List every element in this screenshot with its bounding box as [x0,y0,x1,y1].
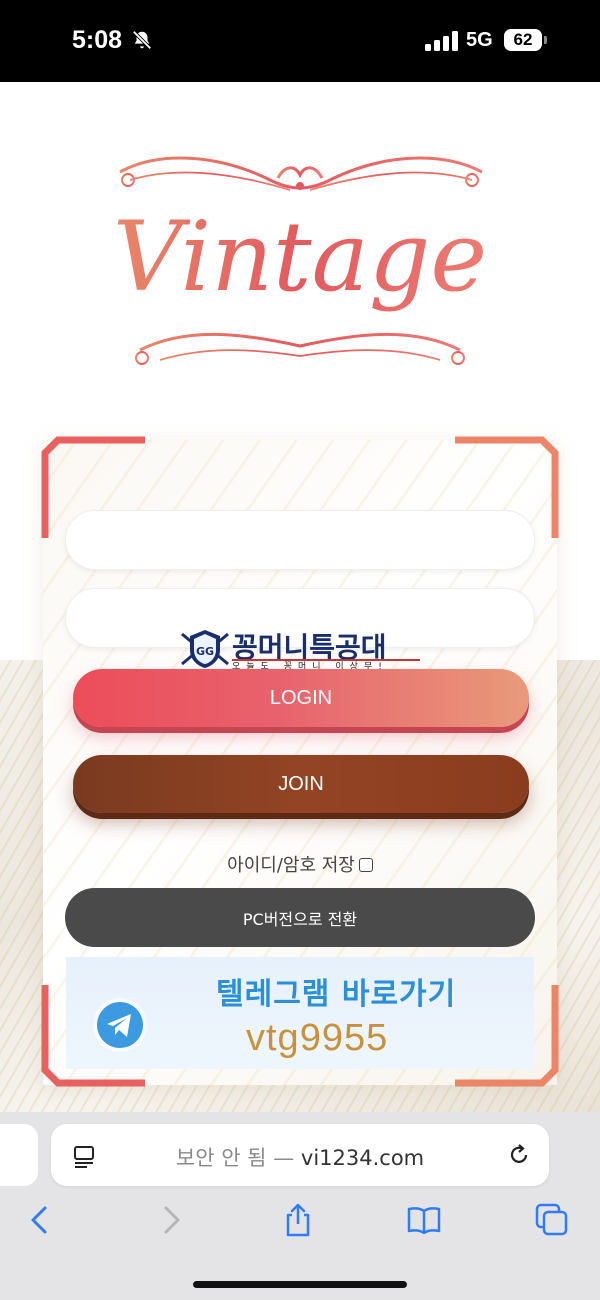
home-indicator[interactable] [193,1281,407,1288]
status-bar: 5:08 5G 62 [0,0,600,82]
remember-label: 아이디/암호 저장 [227,855,355,876]
signal-icon [425,31,458,51]
telegram-banner[interactable]: 텔레그램 바로가기 vtg9955 [66,957,534,1069]
telegram-id: vtg9955 [246,1017,389,1059]
login-button[interactable]: LOGIN [73,669,529,727]
share-icon[interactable] [280,1202,316,1238]
vintage-logo: Vintage [113,156,487,365]
status-time: 5:08 [72,26,123,54]
previous-tab[interactable] [0,1124,38,1186]
battery-tip [544,36,547,44]
remember-credentials[interactable]: 아이디/암호 저장 [0,851,600,877]
brand-badge: GG 꽁머니특공대 오늘도 꽁머니 이상무! [180,626,425,672]
back-icon[interactable] [22,1202,58,1238]
svg-text:GG: GG [196,645,214,658]
logo-text: Vintage [113,201,487,313]
battery-icon: 62 [504,29,542,51]
url-display[interactable]: 보안 안 됨 — vi1234.com [110,1142,490,1172]
reload-icon[interactable] [506,1142,532,1168]
telegram-icon [93,998,147,1052]
tabs-icon[interactable] [534,1202,570,1238]
url-domain: vi1234.com [300,1146,425,1170]
user-id-input[interactable] [65,510,535,570]
network-label: 5G [466,29,493,51]
security-warning: 보안 안 됨 [175,1146,267,1170]
bell-muted-icon [132,30,152,50]
url-separator: — [273,1146,295,1170]
telegram-title: 텔레그램 바로가기 [216,977,457,1012]
page-menu-icon[interactable] [72,1144,98,1170]
shield-emblem-icon: GG [181,630,229,668]
join-button[interactable]: JOIN [73,755,529,813]
remember-checkbox[interactable] [358,858,373,872]
battery-level: 62 [513,30,533,49]
pc-version-button[interactable]: PC버전으로 전환 [65,888,535,947]
forward-icon[interactable] [153,1202,189,1238]
bookmarks-icon[interactable] [406,1202,442,1238]
